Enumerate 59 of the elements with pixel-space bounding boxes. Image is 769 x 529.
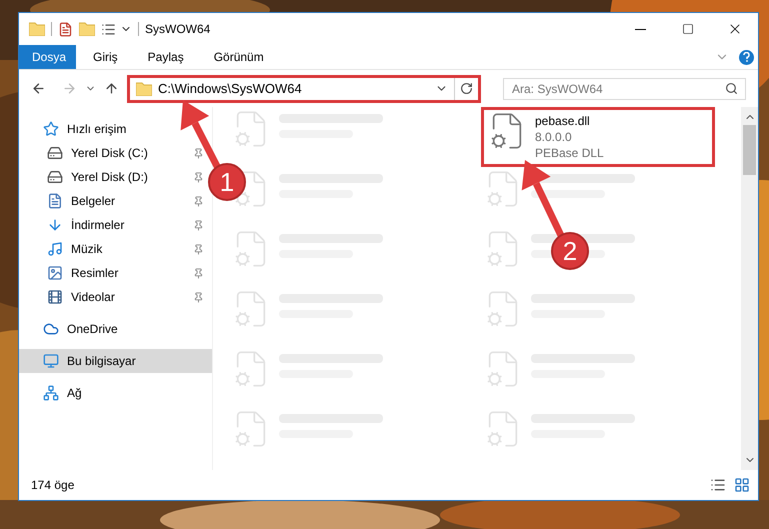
videos-icon <box>47 289 63 305</box>
item-count: 174 öge <box>31 477 74 494</box>
search-field[interactable]: Ara: SysWOW64 <box>503 78 746 100</box>
star-icon <box>43 121 59 137</box>
sidebar-item[interactable]: Yerel Disk (C:) <box>19 141 212 165</box>
scrollbar-thumb[interactable] <box>743 125 756 175</box>
file-item[interactable]: pebase.dll 8.0.0.0 PEBase DLL <box>481 107 715 167</box>
sidebar-item[interactable]: İndirmeler <box>19 213 212 237</box>
sidebar-item[interactable]: Ağ <box>19 381 212 405</box>
tiles-view-icon[interactable] <box>734 477 750 493</box>
file-detail: 8.0.0.0 <box>535 129 573 145</box>
scrollbar[interactable] <box>741 107 758 470</box>
sidebar-item[interactable]: Videolar <box>19 285 212 309</box>
sidebar-item[interactable]: Bu bilgisayar <box>19 349 212 373</box>
pictures-icon <box>47 265 63 281</box>
new-folder-icon <box>79 22 95 36</box>
sidebar-label: Hızlı erişim <box>67 121 126 138</box>
docs-icon <box>47 193 63 209</box>
sidebar-label: Ağ <box>67 385 82 402</box>
help-icon[interactable] <box>739 50 754 64</box>
ribbon-tab[interactable]: Paylaş <box>134 45 197 69</box>
sidebar-label: Yerel Disk (C:) <box>71 145 148 162</box>
ribbon-tab[interactable]: Giriş <box>80 45 131 69</box>
details-view-icon[interactable] <box>710 477 726 493</box>
sidebar-label: Videolar <box>71 289 115 306</box>
ribbon-tab[interactable]: Görünüm <box>200 45 277 69</box>
up-icon[interactable] <box>104 81 119 96</box>
window-title: SysWOW64 <box>145 21 210 38</box>
sidebar-label: Belgeler <box>71 193 116 210</box>
music-icon <box>47 241 63 257</box>
file-detail: PEBase DLL <box>535 145 604 161</box>
sidebar-label: İndirmeler <box>71 217 124 234</box>
sidebar-label: Yerel Disk (D:) <box>71 169 148 186</box>
computer-icon <box>43 353 59 369</box>
address-path: C:\Windows\SysWOW64 <box>158 80 302 98</box>
address-bar[interactable]: C:\Windows\SysWOW64 <box>127 74 481 102</box>
search-icon <box>725 82 738 94</box>
sidebar-item[interactable]: Resimler <box>19 261 212 285</box>
sidebar-item[interactable]: Hızlı erişim <box>19 117 212 141</box>
sidebar-label: Resimler <box>71 265 118 282</box>
back-icon[interactable] <box>31 81 46 96</box>
sidebar-label: OneDrive <box>67 321 118 338</box>
ribbon-tab[interactable]: Dosya <box>19 45 76 69</box>
properties-icon[interactable] <box>58 22 73 36</box>
drive-icon <box>47 169 63 185</box>
sidebar-item[interactable]: OneDrive <box>19 317 212 341</box>
file-name: pebase.dll <box>535 113 591 129</box>
refresh-icon[interactable] <box>460 82 473 95</box>
cloud-icon <box>43 321 59 337</box>
maximize-icon <box>682 23 694 35</box>
download-icon <box>47 217 63 233</box>
network-icon <box>43 385 59 401</box>
folder-icon <box>136 82 152 96</box>
minimize-icon <box>635 28 646 30</box>
sidebar-label: Müzik <box>71 241 102 258</box>
sidebar-label: Bu bilgisayar <box>67 353 136 370</box>
drive-icon <box>47 145 63 161</box>
sidebar-item[interactable]: Müzik <box>19 237 212 261</box>
folder-icon <box>29 22 45 36</box>
